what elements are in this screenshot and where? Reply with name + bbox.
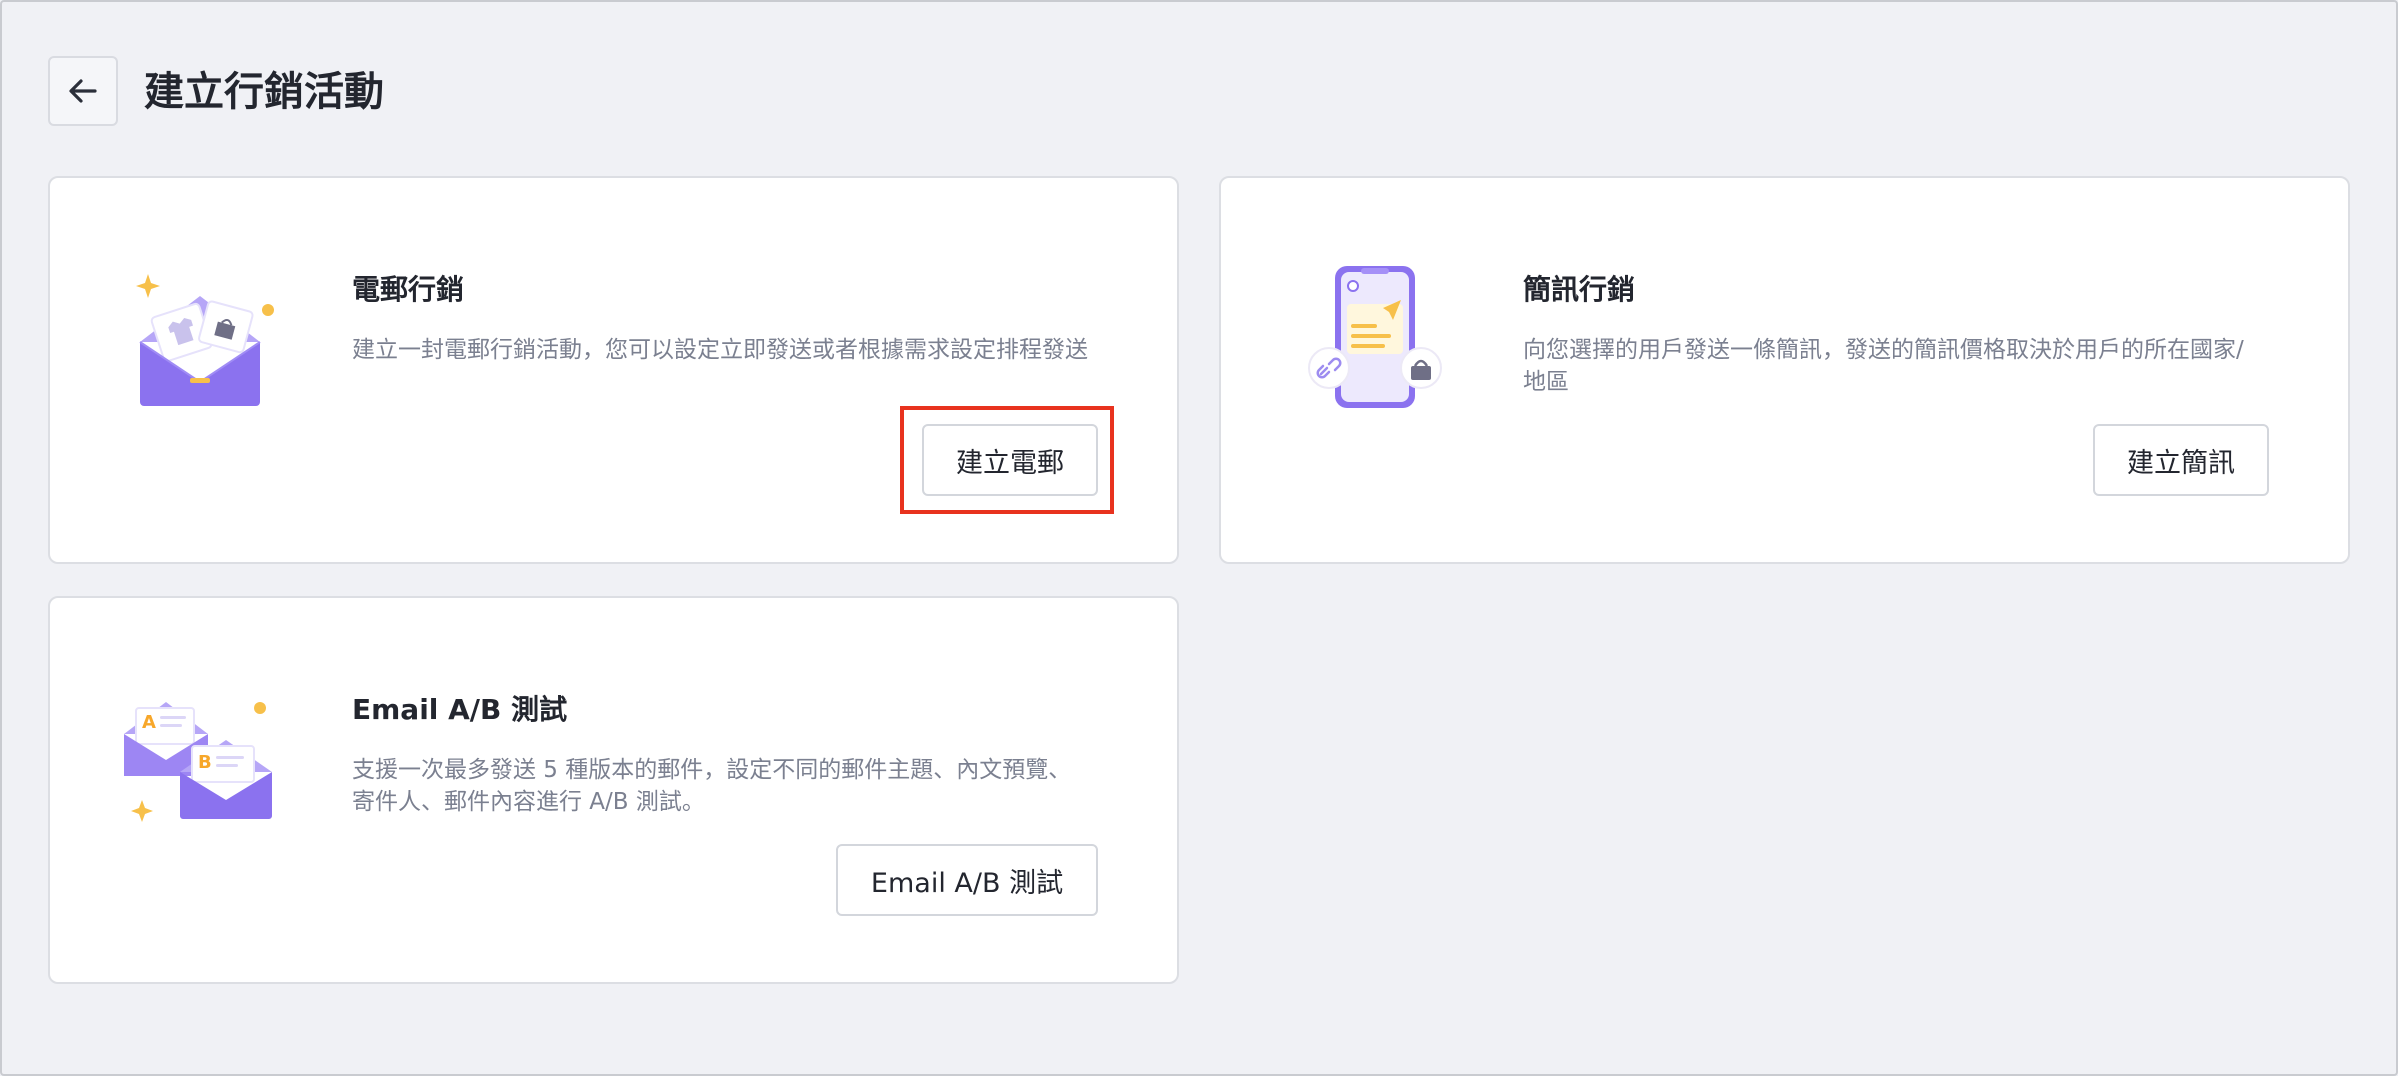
card-title: 簡訊行銷 [1523,273,1636,306]
ab-test-card: A B Email A/B 測試 支援一次最多發送 5 種版本的郵件，設定不同的… [48,596,1179,984]
card-description: 向您選擇的用戶發送一條簡訊，發送的簡訊價格取決於用戶的所在國家/地區 [1523,337,2244,395]
svg-text:A: A [142,712,156,733]
arrow-left-icon [69,79,97,103]
phone-sms-illustration [1308,266,1442,408]
back-button[interactable] [48,56,118,126]
page-title: 建立行銷活動 [144,69,384,115]
card-description: 建立一封電郵行銷活動，您可以設定立即發送或者根據需求設定排程發送 [352,337,1088,363]
ab-envelopes-illustration: A B [124,702,272,822]
highlight-annotation [900,406,1114,514]
ab-test-button[interactable]: Email A/B 測試 [836,844,1098,916]
card-description: 支援一次最多發送 5 種版本的郵件，設定不同的郵件主題、內文預覽、寄件人、郵件內… [352,757,1072,815]
email-envelope-illustration [136,274,274,406]
sms-marketing-card: 簡訊行銷 向您選擇的用戶發送一條簡訊，發送的簡訊價格取決於用戶的所在國家/地區 … [1219,176,2350,564]
card-title: 電郵行銷 [352,273,465,306]
card-title: Email A/B 測試 [352,693,568,726]
create-sms-button[interactable]: 建立簡訊 [2093,424,2269,496]
svg-text:B: B [198,752,212,773]
